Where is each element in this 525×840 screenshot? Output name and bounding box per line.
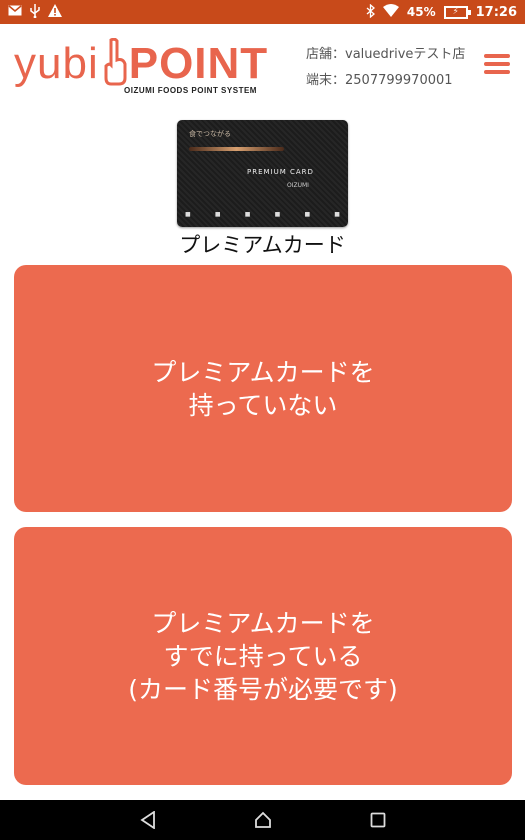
home-icon[interactable]: [243, 805, 283, 835]
no-card-line-1: プレミアムカードを: [151, 357, 375, 387]
card-caption: プレミアムカード: [179, 233, 346, 257]
card-image-tagline: 食でつながる: [189, 130, 231, 138]
have-card-button[interactable]: プレミアムカードを すでに持っている (カード番号が必要です): [14, 527, 512, 785]
no-card-line-2: 持っていない: [188, 390, 338, 420]
battery-percent: 45%: [406, 5, 436, 19]
status-right-icons: 45% ⚡ 17:26: [366, 3, 517, 21]
card-image-brand: OIZUMI: [287, 182, 309, 189]
have-card-line-3: (カード番号が必要です): [128, 674, 398, 704]
card-image-title: PREMIUM CARD: [247, 168, 314, 176]
have-card-line-1: プレミアムカードを: [151, 608, 375, 638]
status-left-icons: [8, 3, 62, 21]
no-card-button[interactable]: プレミアムカードを 持っていない: [14, 265, 512, 512]
recents-icon[interactable]: [358, 805, 398, 835]
wifi-icon: [382, 4, 399, 20]
back-icon[interactable]: [128, 805, 168, 835]
no-card-button-label: プレミアムカードを 持っていない: [151, 356, 374, 422]
battery-charging-icon: ⚡: [443, 5, 471, 19]
card-image-store-logos: ■ ■ ■ ■ ■ ■: [185, 211, 340, 218]
status-time: 17:26: [475, 4, 517, 20]
card-image-brush-stroke: [189, 147, 284, 151]
shop-info: 店舗：valuedriveテスト店 端末：2507799970001: [306, 42, 465, 94]
system-nav-bar: [0, 800, 525, 840]
terminal-id: 端末：2507799970001: [306, 73, 453, 88]
status-bar: 45% ⚡ 17:26: [0, 0, 525, 24]
finger-icon: [104, 38, 127, 86]
logo-yubi-text: yubi: [14, 39, 99, 88]
app-header: yubi POINT OIZUMI FOODS POINT SYSTEM 店舗：…: [0, 24, 525, 110]
warning-icon: [48, 4, 62, 20]
logo-point-text: POINT: [128, 39, 269, 88]
have-card-button-label: プレミアムカードを すでに持っている (カード番号が必要です): [128, 607, 398, 706]
logo-subtitle: OIZUMI FOODS POINT SYSTEM: [124, 86, 257, 95]
hamburger-menu-icon[interactable]: [484, 54, 510, 76]
have-card-line-2: すでに持っている: [163, 641, 363, 671]
yubi-point-logo: yubi POINT OIZUMI FOODS POINT SYSTEM: [14, 32, 284, 102]
usb-icon: [30, 3, 40, 21]
shop-name: 店舗：valuedriveテスト店: [306, 47, 466, 62]
mail-icon: [8, 5, 22, 19]
premium-card-image: 食でつながる PREMIUM CARD OIZUMI ■ ■ ■ ■ ■ ■: [177, 120, 348, 227]
bluetooth-icon: [366, 3, 375, 21]
